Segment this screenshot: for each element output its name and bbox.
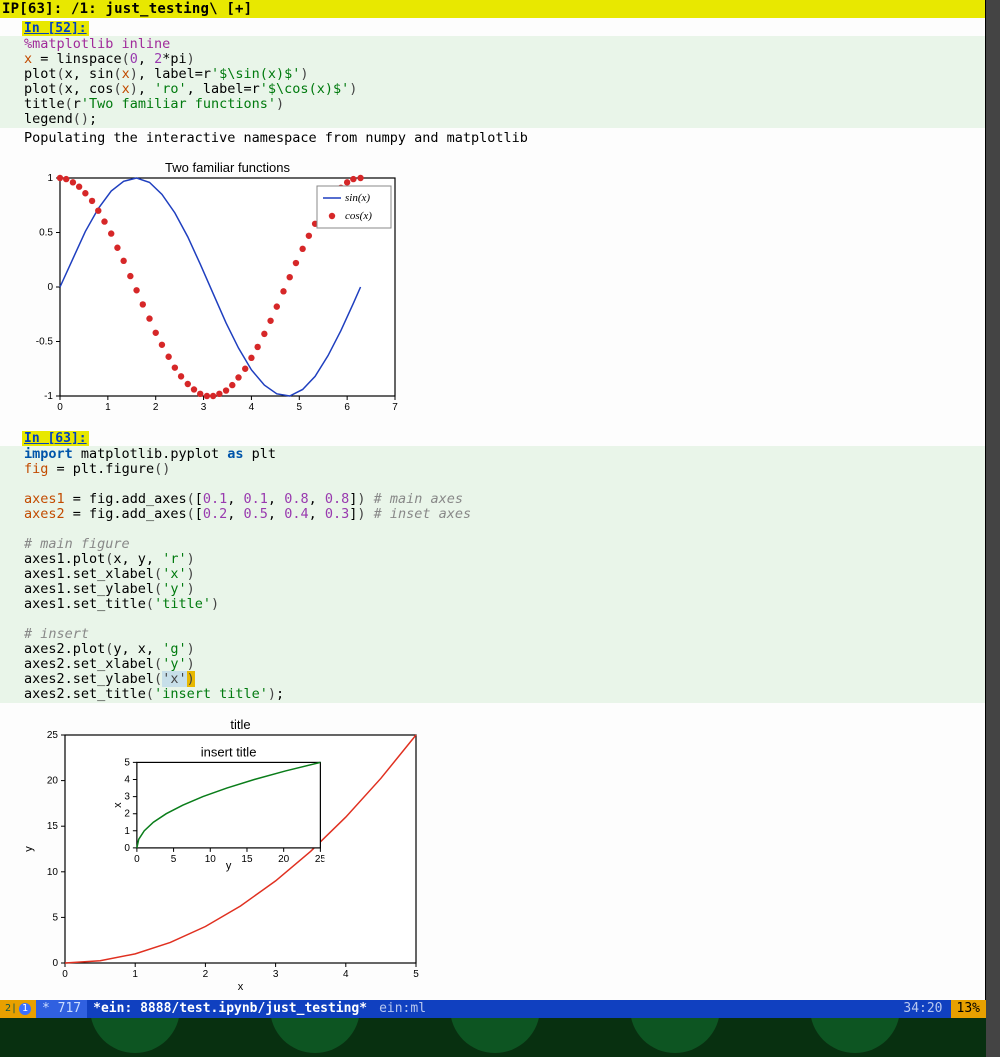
modeline-buffer: *ein: 8888/test.ipynb/just_testing* xyxy=(87,1000,373,1018)
svg-text:0: 0 xyxy=(47,282,53,293)
svg-text:3: 3 xyxy=(201,402,207,413)
svg-text:2: 2 xyxy=(124,809,130,820)
svg-text:0: 0 xyxy=(57,402,63,413)
svg-text:3: 3 xyxy=(124,792,130,803)
svg-text:10: 10 xyxy=(205,854,217,865)
svg-text:y: y xyxy=(23,846,35,852)
modeline: 2|1 * 717 *ein: 8888/test.ipynb/just_tes… xyxy=(0,1000,986,1018)
svg-text:1: 1 xyxy=(105,402,111,413)
svg-text:5: 5 xyxy=(52,912,58,923)
cell-output-1-text: Populating the interactive namespace fro… xyxy=(0,128,985,148)
cell-output-1-chart: 0 1 2 3 4 5 6 7 -1 -0.5 0 0.5 1 Two familiar function… xyxy=(20,158,985,422)
svg-text:x: x xyxy=(112,802,124,808)
svg-text:15: 15 xyxy=(47,821,59,832)
svg-text:25: 25 xyxy=(47,730,59,741)
svg-text:y: y xyxy=(226,860,232,872)
cell-prompt-2: In [63]: xyxy=(22,431,89,446)
svg-text:title: title xyxy=(230,717,250,732)
titlebar: IP[63]: /1: just_testing\ [+] xyxy=(0,0,985,18)
svg-text:20: 20 xyxy=(278,854,290,865)
svg-text:0: 0 xyxy=(124,843,130,854)
svg-text:6: 6 xyxy=(344,402,350,413)
right-gutter xyxy=(986,0,1000,1057)
workspace-badge-2: 2| xyxy=(5,1003,17,1015)
modeline-mode: ein:ml xyxy=(373,1000,432,1018)
svg-text:1: 1 xyxy=(124,826,130,837)
svg-text:5: 5 xyxy=(413,969,419,980)
workspace-badge-1: 1 xyxy=(19,1003,31,1015)
svg-text:4: 4 xyxy=(249,402,255,413)
svg-text:2: 2 xyxy=(203,969,209,980)
svg-text:0.5: 0.5 xyxy=(39,228,53,239)
modeline-col: * 717 xyxy=(36,1000,87,1018)
svg-text:x: x xyxy=(238,981,244,993)
svg-text:1: 1 xyxy=(47,173,53,184)
svg-text:5: 5 xyxy=(124,757,130,768)
svg-text:5: 5 xyxy=(297,402,303,413)
svg-text:5: 5 xyxy=(171,854,177,865)
svg-text:0: 0 xyxy=(134,854,140,865)
cell-code-2[interactable]: import matplotlib.pyplot as plt fig = pl… xyxy=(0,446,985,703)
svg-text:15: 15 xyxy=(241,854,253,865)
modeline-percent: 13% xyxy=(951,1000,986,1018)
svg-text:2: 2 xyxy=(153,402,159,413)
editor-pane[interactable]: IP[63]: /1: just_testing\ [+] In [52]: %… xyxy=(0,0,986,1000)
modeline-workspace-icon: 2|1 xyxy=(0,1000,36,1018)
svg-text:7: 7 xyxy=(392,402,398,413)
svg-text:0: 0 xyxy=(52,958,58,969)
svg-text:-0.5: -0.5 xyxy=(36,337,54,348)
svg-text:4: 4 xyxy=(124,775,130,786)
modeline-linecol: 34:20 xyxy=(895,1000,950,1018)
cell-code-1[interactable]: %matplotlib inline x = linspace(0, 2*pi)… xyxy=(0,36,985,128)
svg-text:0: 0 xyxy=(62,969,68,980)
svg-text:-1: -1 xyxy=(44,391,53,402)
cell-2[interactable]: In [63]: import matplotlib.pyplot as plt… xyxy=(0,428,985,997)
svg-text:10: 10 xyxy=(47,867,59,878)
svg-text:3: 3 xyxy=(273,969,279,980)
chart-two-familiar: 0 1 2 3 4 5 6 7 -1 -0.5 0 0.5 1 Two familiar function… xyxy=(20,158,400,418)
svg-text:Two familiar functions: Two familiar functions xyxy=(165,160,290,175)
cell-output-2-chart: 0123450510152025xytitle0510152025012345y… xyxy=(20,713,985,997)
svg-text:4: 4 xyxy=(343,969,349,980)
svg-text:insert title: insert title xyxy=(201,744,257,759)
svg-text:sin(x): sin(x) xyxy=(345,192,370,204)
chart-title-inset: 0123450510152025xytitle0510152025012345y… xyxy=(20,713,426,993)
svg-text:20: 20 xyxy=(47,776,59,787)
svg-text:cos(x): cos(x) xyxy=(345,210,372,222)
svg-text:1: 1 xyxy=(132,969,138,980)
cell-1[interactable]: In [52]: %matplotlib inline x = linspace… xyxy=(0,18,985,422)
cell-prompt-1: In [52]: xyxy=(22,21,89,36)
